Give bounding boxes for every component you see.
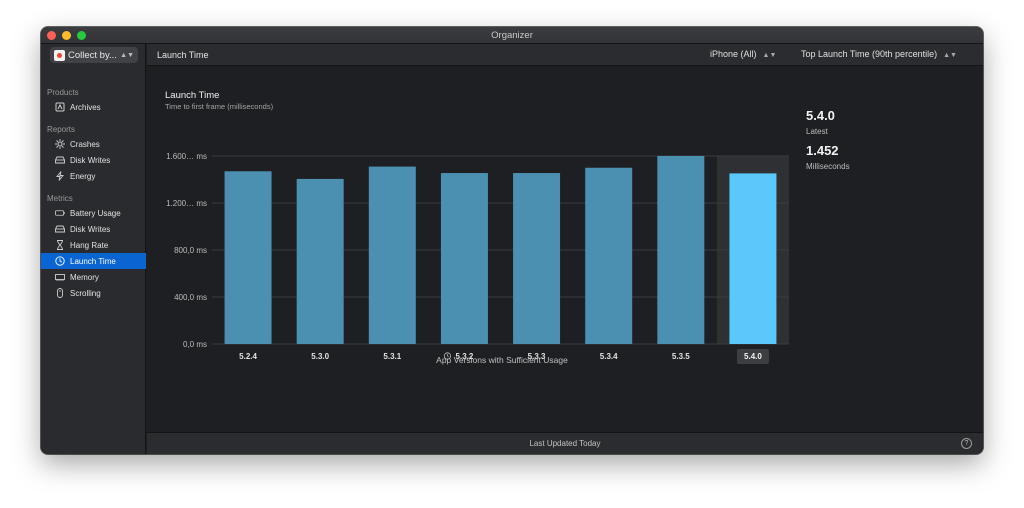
sidebar-item-label: Scrolling xyxy=(70,288,101,298)
app-picker-label: Collect by... xyxy=(68,49,117,61)
organizer-window: Organizer Collect by... ▲▼ Products Arch… xyxy=(41,27,983,454)
crash-icon xyxy=(55,139,65,149)
sidebar-item-label: Energy xyxy=(70,171,96,181)
help-icon[interactable]: ? xyxy=(961,438,972,449)
bar-5.2.4[interactable] xyxy=(224,171,272,344)
x-axis-title: App Versions with Sufficient Usage xyxy=(436,355,568,365)
section-title-products: Products xyxy=(47,88,79,97)
last-updated-text: Last Updated Today xyxy=(529,439,601,448)
sidebar-item-disk-writes[interactable]: Disk Writes xyxy=(41,221,146,237)
title-bar: Organizer xyxy=(41,27,983,44)
sidebar-item-launch-time[interactable]: Launch Time xyxy=(41,253,146,269)
sidebar-item-disk-writes-report[interactable]: Disk Writes xyxy=(41,152,146,168)
up-down-chevron-icon: ▲▼ xyxy=(120,51,134,59)
bar-5.3.3[interactable] xyxy=(513,173,561,344)
percentile-picker-label: Top Launch Time (90th percentile) xyxy=(801,49,938,59)
sidebar-item-hang-rate[interactable]: Hang Rate xyxy=(41,237,146,253)
disk-icon xyxy=(55,224,65,234)
bolt-icon xyxy=(55,171,65,181)
app-picker[interactable]: Collect by... ▲▼ xyxy=(50,47,138,63)
window-title: Organizer xyxy=(491,29,533,41)
sidebar-item-label: Hang Rate xyxy=(70,240,109,250)
toolbar-title: Launch Time xyxy=(157,49,209,60)
zoom-window-button[interactable] xyxy=(77,31,86,40)
sidebar: Collect by... ▲▼ Products Archives Repor… xyxy=(41,44,146,454)
up-down-chevron-icon: ▲▼ xyxy=(943,52,957,59)
sidebar-item-label: Crashes xyxy=(70,139,100,149)
y-tick-label: 1.600… ms xyxy=(166,152,207,161)
battery-icon xyxy=(55,208,65,218)
bar-5.3.1[interactable] xyxy=(368,166,416,344)
sidebar-item-label: Battery Usage xyxy=(70,208,121,218)
main-content: Launch Time iPhone (All) ▲▼ Top Launch Ti… xyxy=(147,44,983,454)
summary-value: 1.452 xyxy=(806,143,839,158)
sidebar-item-scrolling[interactable]: Scrolling xyxy=(41,285,146,301)
status-bar: Last Updated Today ? xyxy=(147,432,983,454)
minimize-window-button[interactable] xyxy=(62,31,71,40)
hourglass-icon xyxy=(55,240,65,250)
bar-5.3.0[interactable] xyxy=(296,178,344,344)
percentile-picker[interactable]: Top Launch Time (90th percentile) ▲▼ xyxy=(801,49,957,59)
sidebar-item-crashes[interactable]: Crashes xyxy=(41,136,146,152)
launch-time-chart: 0,0 ms 400,0 ms 800,0 ms 1.200… ms 1.600… ms… xyxy=(166,152,789,364)
toolbar: Launch Time iPhone (All) ▲▼ Top Launch Ti… xyxy=(147,44,983,66)
bar-5.4.0[interactable] xyxy=(729,173,777,344)
memory-chip-icon xyxy=(55,272,65,282)
sidebar-item-label: Launch Time xyxy=(70,256,116,266)
clock-icon xyxy=(55,256,65,266)
disk-icon xyxy=(55,155,65,165)
sidebar-item-memory[interactable]: Memory xyxy=(41,269,146,285)
scroll-icon xyxy=(55,288,65,298)
bar-5.3.5[interactable] xyxy=(657,156,705,344)
device-picker[interactable]: iPhone (All) ▲▼ xyxy=(710,49,776,59)
bar-5.3.2[interactable] xyxy=(440,173,488,344)
bar-5.3.4[interactable] xyxy=(585,167,633,344)
sidebar-item-label: Disk Writes xyxy=(70,224,111,234)
sidebar-item-label: Archives xyxy=(70,102,101,112)
sidebar-item-battery-usage[interactable]: Battery Usage xyxy=(41,205,146,221)
sidebar-item-label: Memory xyxy=(70,272,99,282)
summary-value-caption: Milliseconds xyxy=(806,162,850,171)
y-tick-label: 1.200… ms xyxy=(166,199,207,208)
summary-version-caption: Latest xyxy=(806,127,828,136)
section-title-metrics: Metrics xyxy=(47,194,73,203)
sidebar-item-energy[interactable]: Energy xyxy=(41,168,146,184)
app-icon xyxy=(54,49,65,61)
sidebar-item-archives[interactable]: Archives xyxy=(41,99,146,115)
device-picker-label: iPhone (All) xyxy=(710,49,757,59)
sidebar-item-label: Disk Writes xyxy=(70,155,111,165)
summary-version: 5.4.0 xyxy=(806,108,835,123)
archive-icon xyxy=(55,102,65,112)
up-down-chevron-icon: ▲▼ xyxy=(762,52,777,59)
y-tick-label: 0,0 ms xyxy=(183,340,207,349)
close-window-button[interactable] xyxy=(47,31,56,40)
section-title-reports: Reports xyxy=(47,125,76,134)
y-tick-label: 800,0 ms xyxy=(174,246,207,255)
y-tick-label: 400,0 ms xyxy=(174,293,207,302)
